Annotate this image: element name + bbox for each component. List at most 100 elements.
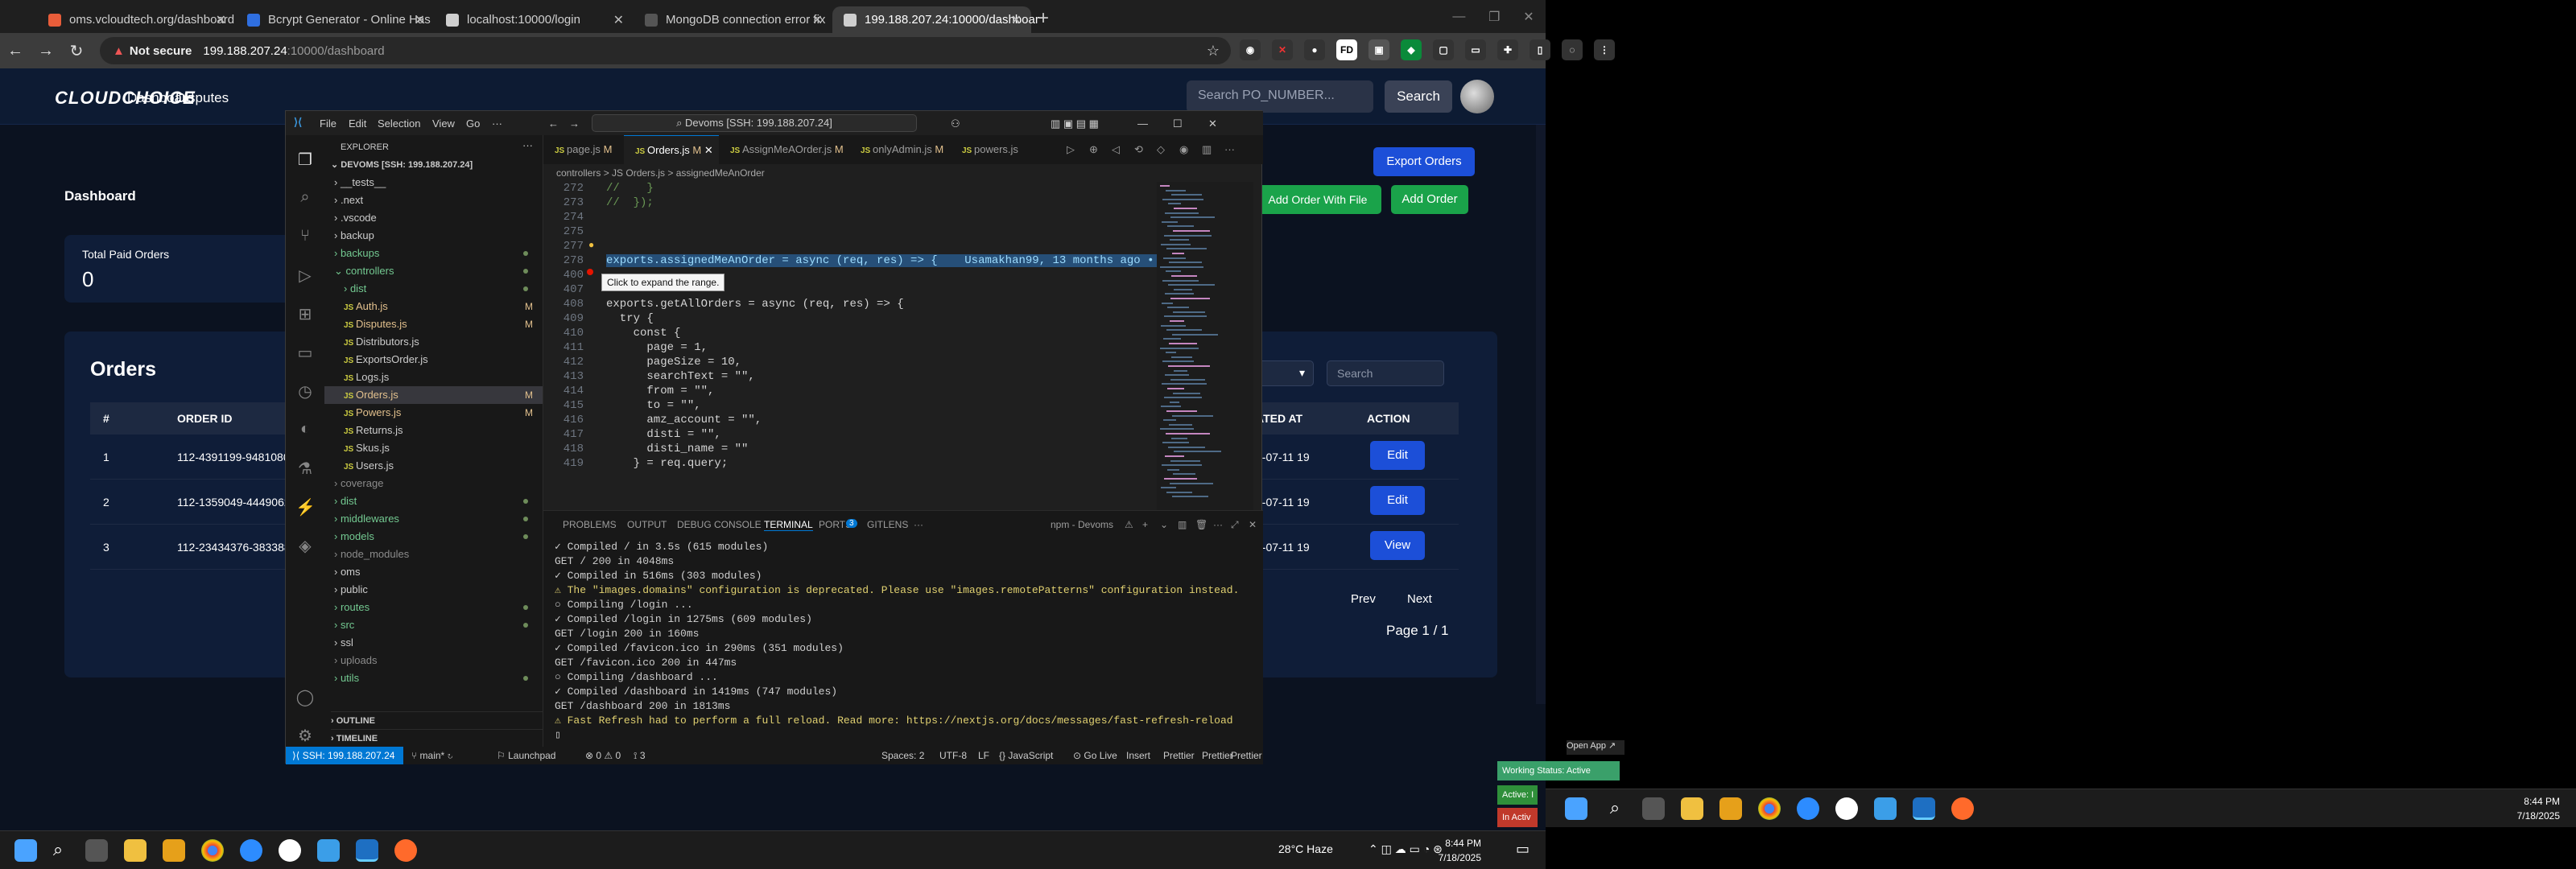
problems-indicator[interactable]: ⊗ 0 ⚠ 0 — [585, 747, 621, 764]
forward-icon[interactable]: → — [31, 42, 61, 60]
account-icon[interactable]: ◯ — [295, 687, 315, 706]
tree-file[interactable]: JS Returns.js — [324, 422, 543, 439]
tree-file[interactable]: JS Powers.js M — [324, 404, 543, 422]
browser-tab[interactable]: 199.188.207.24:10000/dashboar ✕ — [832, 6, 1039, 33]
tree-file[interactable]: JS Logs.js — [324, 369, 543, 386]
gitlens-icon[interactable]: ◐ — [295, 420, 315, 439]
editor-action-icon[interactable]: ⊕ — [1089, 135, 1098, 164]
editor-tab[interactable]: JS AssignMeAOrder.js M — [719, 135, 849, 164]
panel-action-icon[interactable]: ⚠ — [1125, 519, 1133, 530]
tree-folder[interactable]: › backups — [324, 245, 543, 262]
editor-action-icon[interactable]: ◉ — [1179, 135, 1188, 164]
vscode-icon[interactable] — [356, 839, 378, 862]
menu-view[interactable]: View — [432, 117, 455, 130]
outline-section[interactable]: › OUTLINE — [331, 711, 543, 729]
maximize-icon[interactable]: ❐ — [1488, 9, 1500, 25]
chrome-icon[interactable] — [201, 839, 224, 862]
extension-icon[interactable]: FD — [1336, 39, 1357, 60]
close-tab-icon[interactable]: ✕ — [704, 144, 713, 156]
puzzle-icon[interactable]: ✚ — [1497, 39, 1518, 60]
vscode-icon[interactable] — [1913, 797, 1935, 820]
menu-go[interactable]: Go — [466, 117, 480, 130]
app-icon[interactable] — [1835, 797, 1858, 820]
launchpad-indicator[interactable]: ⚐ Launchpad — [497, 747, 555, 764]
ports-indicator[interactable]: ⟟ 3 — [634, 747, 646, 764]
menu-more[interactable]: ··· — [492, 117, 502, 130]
tree-folder[interactable]: › src — [324, 616, 543, 634]
extension-icon[interactable]: ✕ — [1272, 39, 1293, 60]
tree-file[interactable]: JS Skus.js — [324, 439, 543, 457]
editor-tab[interactable]: JS page.js M — [543, 135, 624, 164]
tree-folder[interactable]: › node_modules — [324, 546, 543, 563]
extension-icon[interactable]: ▢ — [1433, 39, 1454, 60]
task-view-icon[interactable] — [85, 839, 108, 862]
browser-tab[interactable]: localhost:10000/login ✕ — [435, 6, 634, 33]
minimize-icon[interactable]: — — [1452, 10, 1465, 24]
next-page-button[interactable]: Next — [1407, 592, 1432, 606]
remote-explorer-icon[interactable]: ▭ — [295, 343, 315, 362]
editor-action-icon[interactable]: ◁ — [1112, 135, 1120, 164]
page-scrollbar[interactable] — [1536, 125, 1546, 704]
notifications-icon[interactable]: ▭ — [1516, 841, 1530, 858]
tree-folder[interactable]: › ssl — [324, 634, 543, 652]
branch-indicator[interactable]: ⑂ main* ↻ — [411, 747, 453, 764]
tree-folder[interactable]: › coverage — [324, 475, 543, 492]
tree-folder[interactable]: › routes — [324, 599, 543, 616]
clock[interactable]: 8:44 PM 7/18/2025 — [1439, 836, 1481, 865]
task-view-icon[interactable] — [1642, 797, 1665, 820]
run-debug-icon[interactable]: ▷ — [295, 266, 315, 285]
editor-tab[interactable]: JS Orders.js M ✕ — [624, 135, 719, 164]
prettier-indicator[interactable]: Prettier — [1163, 747, 1195, 764]
filter-select[interactable]: ▾ — [1256, 360, 1314, 386]
tree-file[interactable]: JS ExportsOrder.js — [324, 351, 543, 369]
tree-folder[interactable]: › backup — [324, 227, 543, 245]
extensions-icon[interactable]: ⊞ — [295, 304, 315, 323]
sidepanel-icon[interactable]: ▯ — [1530, 39, 1550, 60]
gear-icon[interactable]: ⚙ — [295, 726, 315, 745]
timeline-icon[interactable]: ◷ — [295, 381, 315, 401]
reload-icon[interactable]: ↻ — [61, 41, 92, 61]
store-icon[interactable] — [1719, 797, 1742, 820]
editor-tab[interactable]: JS powers.js — [951, 135, 1031, 164]
panel-action-icon[interactable]: ✕ — [1249, 519, 1257, 530]
zoom-icon[interactable] — [240, 839, 262, 862]
row-action-button[interactable]: Edit — [1370, 441, 1425, 470]
table-search-input[interactable]: Search — [1327, 360, 1444, 386]
nav-disputes[interactable]: Disputes — [175, 90, 229, 106]
file-explorer-icon[interactable] — [124, 839, 147, 862]
back-icon[interactable]: ← — [0, 42, 31, 60]
encoding-indicator[interactable]: UTF-8 — [939, 747, 967, 764]
close-tab-icon[interactable]: ✕ — [216, 12, 226, 28]
close-tab-icon[interactable]: ✕ — [613, 12, 624, 28]
vscode-icon[interactable] — [1874, 797, 1897, 820]
start-icon[interactable] — [1565, 797, 1587, 820]
close-icon[interactable]: ✕ — [1208, 117, 1217, 130]
tree-file[interactable]: JS Auth.js M — [324, 298, 543, 315]
row-action-button[interactable]: Edit — [1370, 486, 1425, 515]
menu-file[interactable]: File — [320, 117, 336, 130]
new-tab-button[interactable]: + — [1038, 7, 1049, 30]
timeline-section[interactable]: › TIMELINE — [331, 729, 543, 747]
app-icon[interactable] — [279, 839, 301, 862]
menu-selection[interactable]: Selection — [378, 117, 420, 130]
panel-tab[interactable]: GITLENS — [867, 519, 908, 530]
search-icon[interactable]: ⌕ — [1604, 797, 1626, 820]
terminal[interactable]: ✓ Compiled / in 3.5s (615 modules) GET / … — [543, 537, 1263, 747]
tree-folder[interactable]: › .next — [324, 192, 543, 209]
browser-tab[interactable]: oms.vcloudtech.org/dashboard ✕ — [37, 6, 236, 33]
editor-action-icon[interactable]: ▷ — [1067, 135, 1075, 164]
close-tab-icon[interactable]: ✕ — [1011, 12, 1022, 28]
extension-icon[interactable]: ▭ — [1465, 39, 1486, 60]
search-icon[interactable]: ⌕ — [295, 188, 315, 208]
app-icon[interactable] — [394, 839, 417, 862]
tree-folder[interactable]: › .vscode — [324, 209, 543, 227]
remote-indicator[interactable]: ⟩⟨ SSH: 199.188.207.24 — [286, 747, 403, 764]
tree-folder[interactable]: › __tests__ — [324, 174, 543, 192]
close-icon[interactable]: ✕ — [1523, 9, 1534, 25]
tree-file[interactable]: JS Users.js — [324, 457, 543, 475]
prev-page-button[interactable]: Prev — [1351, 592, 1376, 606]
menu-edit[interactable]: Edit — [349, 117, 366, 130]
more-actions-icon[interactable]: ··· — [522, 137, 533, 154]
app-icon[interactable] — [1951, 797, 1974, 820]
add-order-button[interactable]: Add Order — [1391, 185, 1468, 214]
